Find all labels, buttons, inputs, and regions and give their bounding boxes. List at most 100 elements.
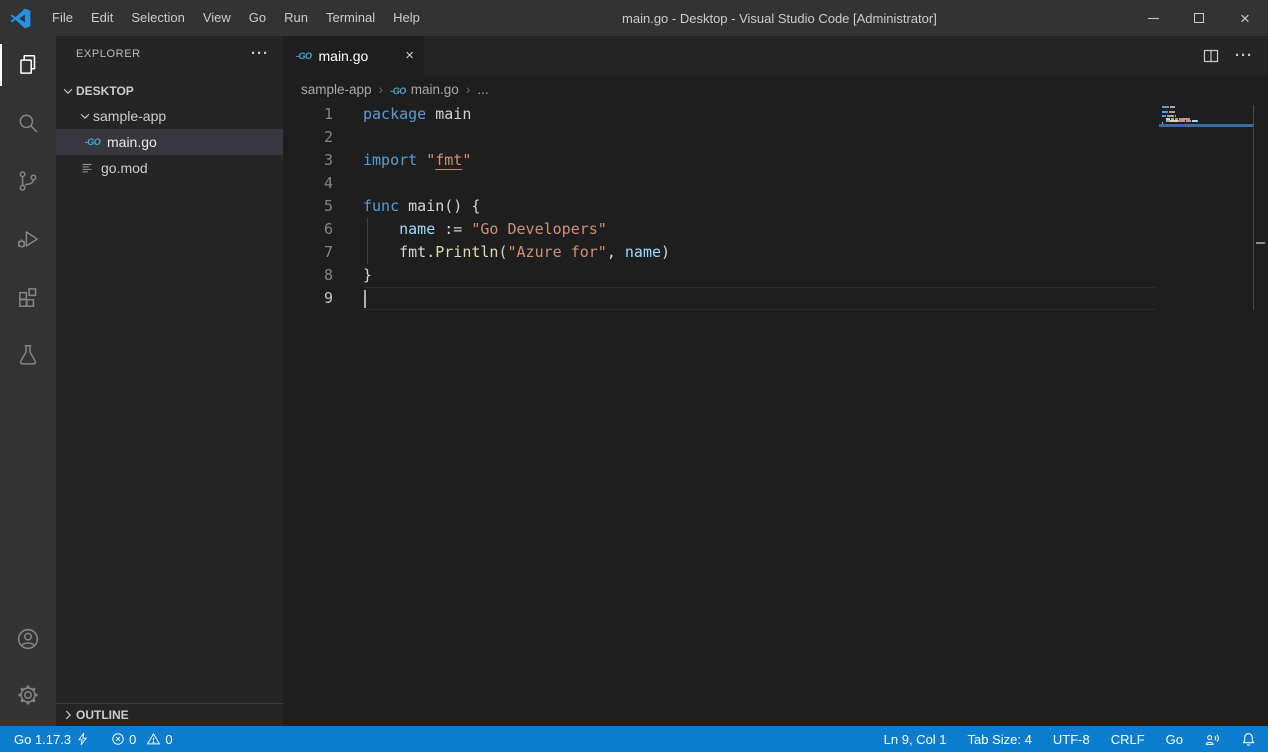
code-token: ) (661, 243, 670, 261)
activity-icon-testing[interactable] (0, 330, 56, 380)
code-token: , (607, 243, 625, 261)
tree-item-label: main.go (107, 134, 157, 150)
line-number: 3 (283, 149, 333, 172)
code-line-content (363, 287, 1155, 310)
code-line-4[interactable]: 4 (283, 172, 1268, 195)
maximize-icon (1194, 13, 1204, 23)
menubar: FileEditSelectionViewGoRunTerminalHelp (43, 0, 429, 36)
status-language[interactable]: Go (1166, 732, 1183, 747)
activity-icon-search[interactable] (0, 98, 56, 148)
scrollbar-ruler[interactable] (1253, 105, 1254, 310)
activity-icon-settings[interactable] (0, 670, 56, 720)
activity-bar-top (0, 40, 56, 388)
run-and-debug-icon (15, 226, 41, 252)
section-label: DESKTOP (76, 84, 134, 98)
breadcrumb-separator: › (379, 81, 384, 97)
gutter: 1 (283, 103, 363, 126)
maximize-button[interactable] (1176, 0, 1222, 36)
code-line-7[interactable]: 7 fmt.Println("Azure for", name) (283, 241, 1268, 264)
gutter: 3 (283, 149, 363, 172)
gutter: 7 (283, 241, 363, 264)
code-token: package (363, 105, 426, 123)
tab-close-icon[interactable]: × (405, 48, 414, 63)
activity-icon-account[interactable] (0, 614, 56, 664)
code-line-content: import "fmt" (363, 149, 1268, 172)
code-token (417, 151, 426, 169)
split-editor-icon[interactable] (1203, 48, 1219, 64)
feedback-icon[interactable] (1204, 732, 1220, 747)
extensions-icon (15, 284, 41, 310)
code-token: := (435, 220, 471, 238)
tab-main-go[interactable]: -GO main.go × (283, 36, 424, 75)
code-token: ( (498, 243, 507, 261)
code-token (399, 197, 408, 215)
status-go-version[interactable]: Go 1.17.3 (14, 732, 89, 747)
settings-icon (15, 682, 41, 708)
code-token: "Go Developers" (471, 220, 606, 238)
titlebar: FileEditSelectionViewGoRunTerminalHelp m… (0, 0, 1268, 36)
code-line-8[interactable]: 8} (283, 264, 1268, 287)
menu-terminal[interactable]: Terminal (317, 0, 384, 36)
bell-icon[interactable] (1241, 732, 1256, 747)
line-number: 5 (283, 195, 333, 218)
tree-item-go-mod[interactable]: go.mod (56, 155, 283, 181)
code-line-content: } (363, 264, 1268, 287)
menu-go[interactable]: Go (240, 0, 275, 36)
menu-run[interactable]: Run (275, 0, 317, 36)
chevron-down-icon (59, 84, 76, 98)
activity-icon-run-and-debug[interactable] (0, 214, 56, 264)
go-version-label: Go 1.17.3 (14, 732, 71, 747)
explorer-icon (15, 52, 41, 78)
status-eol[interactable]: CRLF (1111, 732, 1145, 747)
close-button[interactable]: × (1222, 0, 1268, 36)
tree-item-sample-app[interactable]: sample-app (56, 103, 283, 129)
code-line-content: fmt.Println("Azure for", name) (363, 241, 1268, 264)
breadcrumb-separator: › (466, 81, 471, 97)
tree-item-label: sample-app (93, 108, 166, 124)
breadcrumb-item-sample-app[interactable]: sample-app (301, 82, 372, 97)
breadcrumb-item----[interactable]: ... (477, 82, 488, 97)
more-actions-icon[interactable]: ··· (1235, 47, 1253, 64)
code-token: name (399, 220, 435, 238)
code-token: " (462, 151, 471, 169)
activity-icon-explorer[interactable] (0, 40, 56, 90)
vscode-logo-icon (10, 8, 31, 29)
menu-view[interactable]: View (194, 0, 240, 36)
tab-label: main.go (319, 48, 369, 64)
code-line-6[interactable]: 6 name := "Go Developers" (283, 218, 1268, 241)
menu-file[interactable]: File (43, 0, 82, 36)
code-token: " (426, 151, 435, 169)
explorer-section-desktop[interactable]: DESKTOP (56, 79, 283, 103)
minimap[interactable] (1159, 105, 1253, 225)
code-token: main (435, 105, 471, 123)
outline-section[interactable]: OUTLINE (56, 703, 283, 726)
status-problems[interactable]: 0 0 (111, 732, 172, 747)
code-line-2[interactable]: 2 (283, 126, 1268, 149)
menu-help[interactable]: Help (384, 0, 429, 36)
warning-count: 0 (165, 732, 172, 747)
zap-icon (76, 732, 89, 746)
code-line-content (363, 172, 1268, 195)
code-editor[interactable]: 1package main23import "fmt"45func main()… (283, 103, 1268, 726)
activity-icon-extensions[interactable] (0, 272, 56, 322)
code-line-1[interactable]: 1package main (283, 103, 1268, 126)
menu-edit[interactable]: Edit (82, 0, 122, 36)
line-number: 7 (283, 241, 333, 264)
gutter: 4 (283, 172, 363, 195)
status-cursor-position[interactable]: Ln 9, Col 1 (884, 732, 947, 747)
status-tab-size[interactable]: Tab Size: 4 (968, 732, 1032, 747)
activity-icon-source-control[interactable] (0, 156, 56, 206)
line-number: 8 (283, 264, 333, 287)
code-line-3[interactable]: 3 import "fmt" (283, 149, 1268, 172)
menu-selection[interactable]: Selection (122, 0, 193, 36)
tree-item-main-go[interactable]: -GOmain.go (56, 129, 283, 155)
code-line-5[interactable]: 5func main() { (283, 195, 1268, 218)
breadcrumb-item-main-go[interactable]: -GOmain.go (390, 82, 459, 97)
warning-icon (146, 732, 161, 746)
minimize-button[interactable] (1130, 0, 1176, 36)
error-count: 0 (129, 732, 136, 747)
code-line-9[interactable]: 9 (283, 287, 1268, 310)
close-icon: × (1240, 10, 1250, 27)
explorer-more-actions-button[interactable]: ··· (251, 45, 269, 62)
status-encoding[interactable]: UTF-8 (1053, 732, 1090, 747)
